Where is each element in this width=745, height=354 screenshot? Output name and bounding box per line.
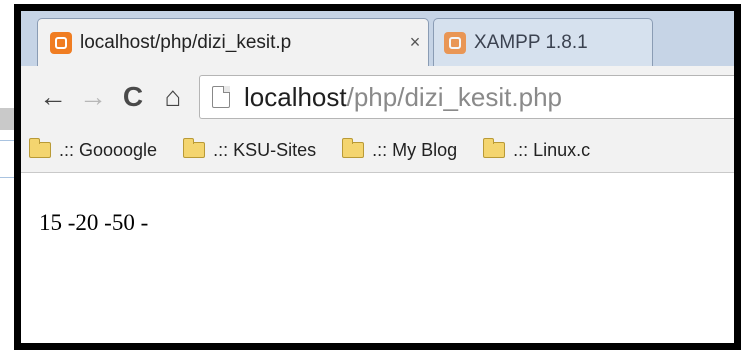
tab-title: localhost/php/dizi_kesit.p: [80, 31, 292, 53]
tab-title: XAMPP 1.8.1: [474, 31, 588, 53]
browser-toolbar: ← → C ⌂ localhost/php/dizi_kesit.php: [21, 66, 734, 128]
tab-close-icon[interactable]: ×: [402, 32, 428, 53]
folder-icon: [29, 138, 51, 158]
page-icon: [212, 86, 230, 108]
bookmark-linux[interactable]: .:: Linux.c: [483, 138, 591, 161]
tab-strip: localhost/php/dizi_kesit.p × XAMPP 1.8.1: [21, 11, 734, 73]
forward-button[interactable]: →: [73, 77, 113, 117]
tab-xampp[interactable]: XAMPP 1.8.1: [433, 18, 653, 66]
tab-dizi-kesit[interactable]: localhost/php/dizi_kesit.p ×: [37, 18, 429, 66]
bookmark-my-blog[interactable]: .:: My Blog: [342, 138, 458, 161]
bookmark-ksu-sites[interactable]: .:: KSU-Sites: [183, 138, 317, 161]
url-path: /php/dizi_kesit.php: [346, 81, 562, 112]
browser-window: localhost/php/dizi_kesit.p × XAMPP 1.8.1…: [14, 4, 741, 350]
folder-icon: [342, 138, 365, 158]
address-bar[interactable]: localhost/php/dizi_kesit.php: [199, 75, 734, 119]
page-content: 15 -20 -50 -: [21, 174, 734, 343]
home-button[interactable]: ⌂: [153, 77, 193, 117]
url-host: localhost: [244, 81, 347, 112]
folder-icon: [483, 138, 506, 158]
bookmark-label: .:: KSU-Sites: [213, 139, 317, 160]
xampp-favicon-icon: [444, 31, 466, 54]
reload-button[interactable]: C: [113, 77, 153, 117]
bookmark-goooogle[interactable]: .:: Goooogle: [29, 138, 158, 161]
bookmarks-bar: .:: Goooogle .:: KSU-Sites .:: My Blog .…: [21, 128, 734, 173]
back-button[interactable]: ←: [33, 77, 73, 117]
folder-icon: [183, 138, 206, 158]
bookmark-label: .:: My Blog: [372, 139, 458, 160]
php-output-text: 15 -20 -50 -: [39, 210, 149, 235]
bookmark-label: .:: Goooogle: [59, 139, 158, 160]
xampp-favicon-icon: [50, 31, 72, 54]
bookmark-label: .:: Linux.c: [513, 139, 591, 160]
